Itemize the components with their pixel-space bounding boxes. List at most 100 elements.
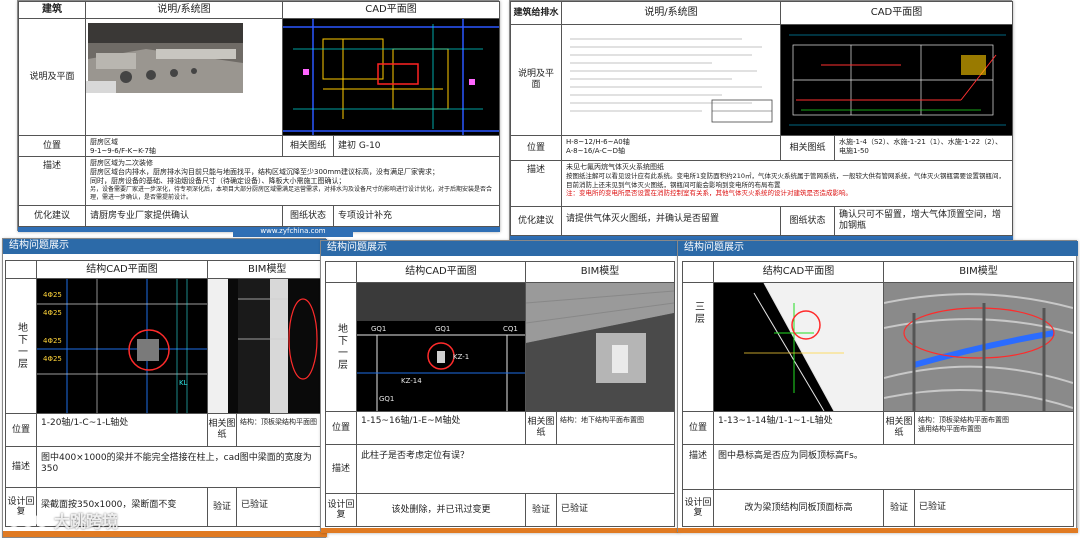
- bim-model-2: [525, 282, 675, 412]
- cad-label-1: GQ1: [371, 325, 387, 333]
- describe-line-2: 按图纸注解可以看见设计应有此系统。变电所1变防面积约210㎡，气体灭火系统属于管…: [566, 172, 1006, 189]
- label-describe: 描述: [510, 160, 562, 207]
- value-verify: 已验证: [914, 489, 1074, 527]
- header-description: 说明/系统图: [85, 1, 283, 19]
- footer-bar-orange: [678, 528, 1078, 533]
- value-describe: 图中400×1000的梁并不能完全搭接在柱上，cad图中梁面的宽度为350: [36, 446, 327, 488]
- label-reply: 设计回复: [325, 493, 357, 527]
- value-reply: 该处删除，并已讯过变更: [356, 493, 526, 527]
- label-position: 位置: [682, 411, 714, 445]
- footer-url: www.zyfchina.com: [233, 227, 353, 237]
- floor-label-cell: 三层: [682, 282, 714, 412]
- value-related: 水施-1-4（S2）、水施-1-21（1）、水施-1-22（2）、电施1-50: [834, 135, 1013, 161]
- cad-plan-structure-3: [713, 282, 884, 412]
- value-describe: 图中悬标高是否应为同板顶标高Fs。: [713, 444, 1074, 490]
- header-cad: 结构CAD平面图: [36, 260, 208, 279]
- label-position: 位置: [5, 413, 37, 447]
- panel-structure-3: 结构问题展示 结构CAD平面图 BIM模型 三层 位置 1-13~1-14轴/1…: [677, 240, 1078, 533]
- label-related: 相关图纸: [525, 411, 557, 445]
- value-status: 专项设计补充: [333, 205, 500, 227]
- header-empty: [5, 260, 37, 279]
- footer-bar-orange: [321, 528, 679, 533]
- header-cad: CAD平面图: [282, 1, 500, 19]
- header-cad: CAD平面图: [780, 1, 1013, 25]
- describe-line-3-red: 注：变电所的变电所是否设置在消防控制室有关系，其他气体灭火系统的设计对建筑是否造…: [566, 189, 852, 197]
- describe-line-3: 同时，厨房设备的基础、排油烟设备尺寸（待确定设备）、降板大小需施工图确认；: [90, 177, 346, 185]
- value-position: 1-15~16轴/1-E~M轴处: [356, 411, 526, 445]
- label-reply: 设计回复: [682, 489, 714, 527]
- label-describe: 描述: [18, 156, 86, 206]
- banner-title: 结构问题展示: [3, 239, 327, 254]
- row-label-description: 说明及平面: [18, 18, 86, 136]
- header-bim: BIM模型: [883, 261, 1074, 283]
- label-position: 位置: [325, 411, 357, 445]
- header-discipline: 建筑: [18, 1, 86, 19]
- describe-line-1: 厨房区域为二次装修: [90, 159, 153, 167]
- watermark: 大跳跨境: [6, 506, 118, 534]
- cad-drawing-structure-1: [37, 279, 207, 413]
- label-describe: 描述: [682, 444, 714, 490]
- header-empty: [682, 261, 714, 283]
- floor-label: 地下一层: [335, 323, 347, 371]
- value-status: 确认只可不留置，增大气体顶置空间，增加钢瓶: [834, 206, 1013, 236]
- value-position: 厨房区域 9-1~9-6/F-K~K-7轴: [85, 135, 283, 157]
- value-reply: 改为梁顶结构同板顶面标高: [713, 489, 884, 527]
- header-cad: 结构CAD平面图: [713, 261, 884, 283]
- bim-model-1: [207, 278, 327, 414]
- label-position: 位置: [510, 135, 562, 161]
- value-position: 1-13~1-14轴/1-1~1-L轴处: [713, 411, 884, 445]
- value-describe: 厨房区域为二次装修 厨房区域台内排水，厨房排水沟目前只能与地面找平，结构区域沉降…: [85, 156, 500, 206]
- panel-water-supply: 建筑给排水 说明/系统图 CAD平面图 说明及平面 位置 H-8~12/H-6~…: [509, 0, 1013, 241]
- cad-label-2: GQ1: [435, 325, 451, 333]
- cad-drawing-kitchen: [283, 19, 499, 135]
- banner-title: 结构问题展示: [321, 241, 679, 256]
- label-describe: 描述: [5, 446, 37, 488]
- label-status: 图纸状态: [780, 206, 835, 236]
- label-optimize: 优化建议: [510, 206, 562, 236]
- cad-label-4: KZ-1: [453, 353, 470, 361]
- label-related: 相关图纸: [780, 135, 835, 161]
- cad-drawing-structure-2: [357, 283, 525, 411]
- header-empty: [325, 261, 357, 283]
- cad-drawing-water: [781, 25, 1012, 135]
- cad-plan-structure-2: GQ1 GQ1 CQ1 KZ-1 KZ-14 GQ1: [356, 282, 526, 412]
- header-discipline: 建筑给排水: [510, 1, 562, 25]
- value-describe: 未见七氟丙烷气体灭火系统图纸 按图纸注解可以看见设计应有此系统。变电所1变防面积…: [561, 160, 1013, 207]
- panel-structure-2: 结构问题展示 结构CAD平面图 BIM模型 地下一层 GQ1 GQ1 CQ1 K…: [320, 240, 679, 533]
- label-verify: 验证: [207, 487, 237, 527]
- header-cad: 结构CAD平面图: [356, 261, 526, 283]
- label-status: 图纸状态: [282, 205, 334, 227]
- kitchen-photo: [86, 19, 282, 135]
- cad-label-6: GQ1: [379, 395, 395, 403]
- cad-label-3: 4Φ25: [43, 337, 62, 345]
- cad-label-2: 4Φ25: [43, 309, 62, 317]
- bim-render-3: [884, 283, 1073, 411]
- value-verify: 已验证: [236, 487, 327, 527]
- label-related: 相关图纸: [207, 413, 237, 447]
- system-notes-image: [562, 25, 780, 135]
- value-verify: 已验证: [556, 493, 675, 527]
- header-bim: BIM模型: [525, 261, 675, 283]
- cad-plan-kitchen: [282, 18, 500, 136]
- value-describe: 此柱子是否考虑定位有误？: [356, 444, 675, 494]
- describe-line-4: 另，设备需要厂家进一步深化，待专项深化后，本项目大部分厨房区域需满足运营需求，对…: [90, 186, 493, 201]
- label-position: 位置: [18, 135, 86, 157]
- bim-render-1: [208, 279, 326, 413]
- label-verify: 验证: [525, 493, 557, 527]
- label-related: 相关图纸: [883, 411, 915, 445]
- floor-label-cell: 地下一层: [5, 278, 37, 414]
- cad-label-5: KZ-14: [401, 377, 422, 385]
- value-optimize: 请厨房专业厂家提供确认: [85, 205, 283, 227]
- label-verify: 验证: [883, 489, 915, 527]
- header-description: 说明/系统图: [561, 1, 781, 25]
- floor-label-cell: 地下一层: [325, 282, 357, 412]
- cad-drawing-structure-3: [714, 283, 883, 411]
- system-notes-cell: [561, 24, 781, 136]
- banner-title: 结构问题展示: [678, 241, 1078, 256]
- cad-label-3: CQ1: [503, 325, 518, 333]
- label-related: 相关图纸: [282, 135, 334, 157]
- label-optimize: 优化建议: [18, 205, 86, 227]
- value-position: 1-20轴/1-C~1-L轴处: [36, 413, 208, 447]
- value-optimize: 请提供气体灭火图纸，并确认是否留置: [561, 206, 781, 236]
- watermark-logo-icon: [7, 513, 49, 527]
